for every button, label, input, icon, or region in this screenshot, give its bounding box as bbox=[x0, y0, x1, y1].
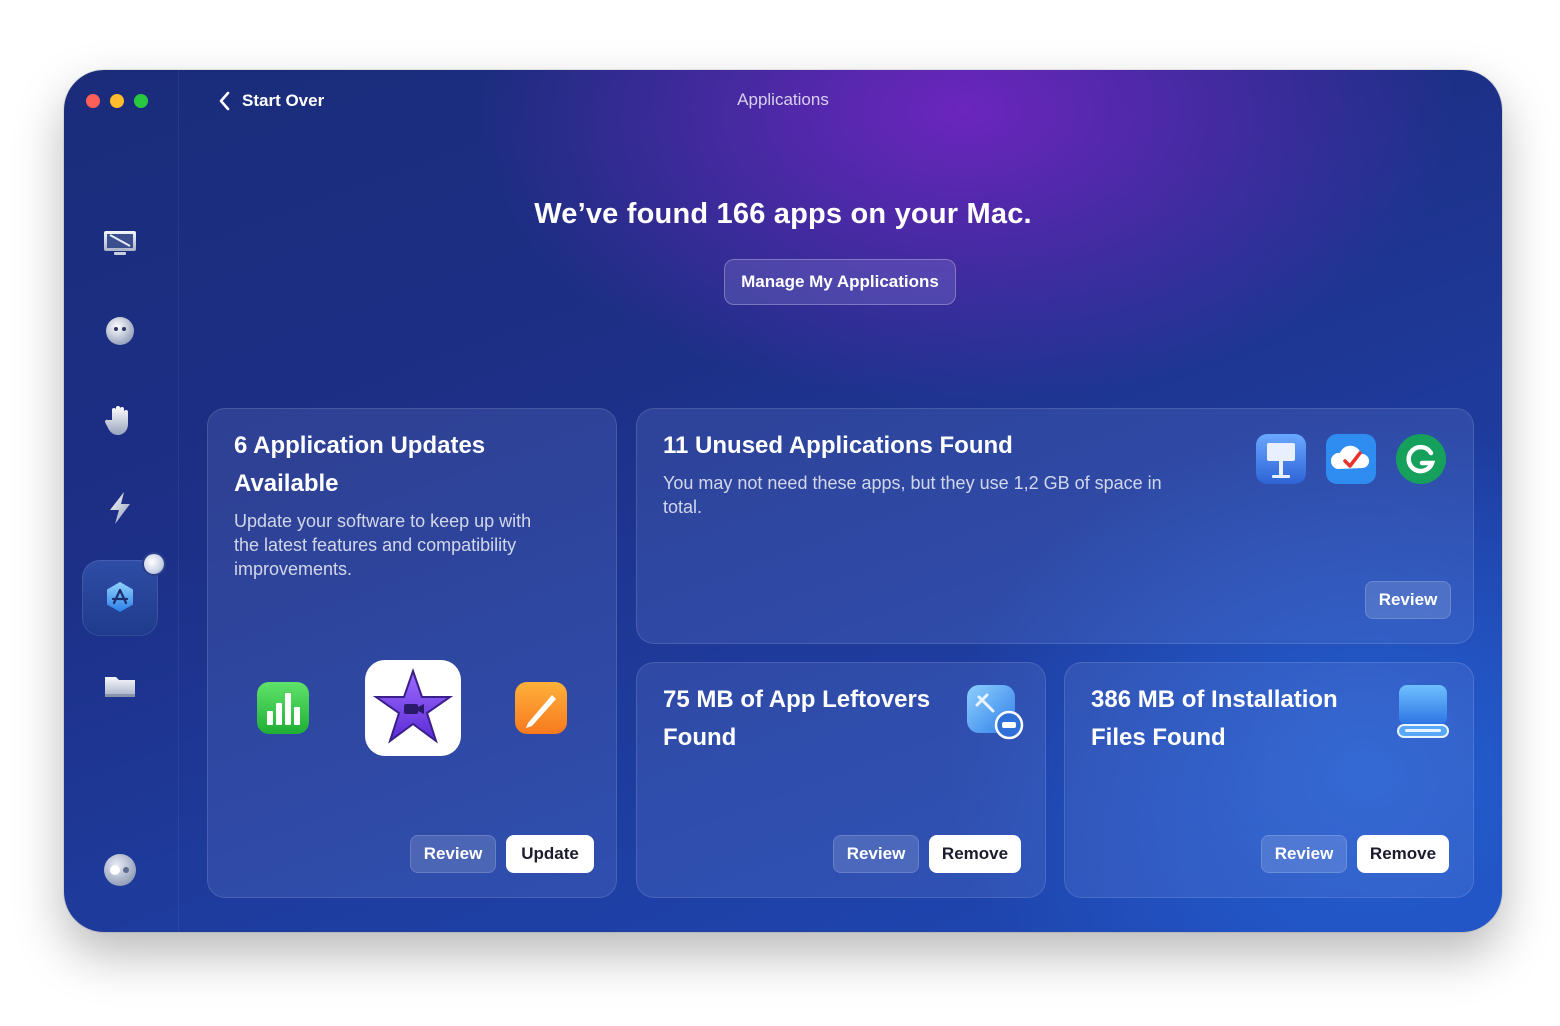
folder-icon bbox=[105, 677, 135, 697]
unused-card-title: 11 Unused Applications Found bbox=[663, 432, 1013, 459]
sidebar-item-applications[interactable] bbox=[82, 554, 164, 636]
sidebar-item-files[interactable] bbox=[86, 652, 154, 720]
sidebar-item-privacy[interactable] bbox=[86, 386, 154, 454]
update-button[interactable]: Update bbox=[506, 835, 594, 873]
updates-desc-line3: improvements. bbox=[234, 559, 353, 579]
installation-drive-icon bbox=[1395, 683, 1451, 743]
updates-card-description: Update your software to keep up with the… bbox=[234, 509, 531, 581]
keynote-app-icon bbox=[1255, 433, 1307, 485]
imovie-app-icon bbox=[364, 659, 462, 757]
updates-card: 6 Application Updates Available Update y… bbox=[207, 408, 617, 898]
updates-card-title: 6 Application Updates Available bbox=[234, 427, 485, 503]
pages-app-icon bbox=[514, 681, 568, 735]
grammarly-app-icon bbox=[1395, 433, 1447, 485]
updates-title-line1: 6 Application Updates bbox=[234, 432, 486, 459]
updates-desc-line2: the latest features and compatibility bbox=[234, 535, 517, 555]
unused-review-button[interactable]: Review bbox=[1365, 581, 1451, 619]
hand-icon bbox=[104, 406, 128, 435]
manage-applications-button[interactable]: Manage My Applications bbox=[724, 259, 956, 305]
sidebar-item-speed[interactable] bbox=[86, 474, 154, 542]
installation-remove-button[interactable]: Remove bbox=[1357, 835, 1449, 873]
unused-apps-card: 11 Unused Applications Found You may not… bbox=[636, 408, 1474, 644]
app-window: Start Over Applications We’ve found 166 … bbox=[64, 70, 1502, 932]
notification-badge bbox=[144, 554, 164, 574]
lightning-icon bbox=[110, 492, 130, 524]
leftovers-title-line1: 75 MB of App Leftovers bbox=[663, 686, 931, 713]
numbers-app-icon bbox=[256, 681, 310, 735]
leftovers-remove-button[interactable]: Remove bbox=[929, 835, 1021, 873]
app-leftovers-icon bbox=[965, 683, 1025, 743]
updates-review-button[interactable]: Review bbox=[410, 835, 496, 873]
installation-review-button[interactable]: Review bbox=[1261, 835, 1347, 873]
sidebar-item-protection[interactable] bbox=[86, 296, 154, 364]
leftovers-review-button[interactable]: Review bbox=[833, 835, 919, 873]
installation-title-line1: 386 MB of Installation bbox=[1091, 686, 1338, 713]
toggle-icon bbox=[104, 854, 136, 886]
installation-files-card: 386 MB of Installation Files Found Revie… bbox=[1064, 662, 1474, 898]
page-headline: We’ve found 166 apps on your Mac. bbox=[534, 198, 1032, 230]
app-store-icon bbox=[107, 582, 133, 612]
cloud-app-icon bbox=[1325, 433, 1377, 485]
updates-desc-line1: Update your software to keep up with bbox=[234, 511, 532, 531]
shield-ball-icon bbox=[106, 317, 134, 345]
leftovers-card-title: 75 MB of App Leftovers Found bbox=[663, 681, 930, 757]
sidebar-item-assistant[interactable] bbox=[86, 836, 154, 904]
installation-card-title: 386 MB of Installation Files Found bbox=[1091, 681, 1338, 757]
window-title: Applications bbox=[737, 90, 829, 109]
installation-title-line2: Files Found bbox=[1091, 724, 1226, 751]
unused-desc-line2: total. bbox=[663, 497, 703, 517]
leftovers-title-line2: Found bbox=[663, 724, 737, 751]
leftovers-card: 75 MB of App Leftovers Found Review Remo… bbox=[636, 662, 1046, 898]
unused-card-description: You may not need these apps, but they us… bbox=[663, 471, 1162, 519]
updates-title-line2: Available bbox=[234, 470, 339, 497]
unused-desc-line1: You may not need these apps, but they us… bbox=[663, 473, 1162, 493]
